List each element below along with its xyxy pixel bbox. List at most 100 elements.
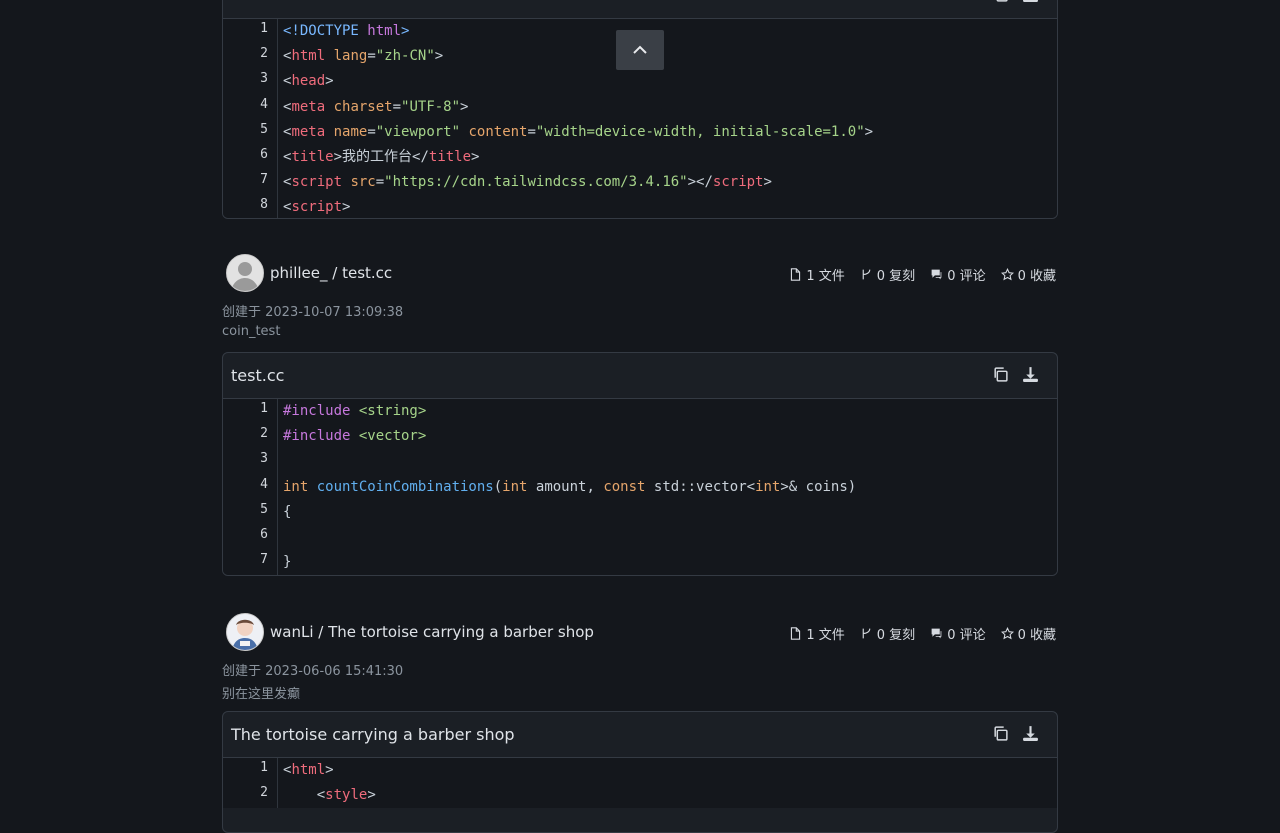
code-token: ( bbox=[494, 479, 502, 495]
gist-header: wanLi / The tortoise carrying a barber s… bbox=[226, 612, 1056, 652]
forks-stat[interactable]: 0 复刻 bbox=[860, 265, 915, 284]
code-text: <!DOCTYPE html> bbox=[278, 19, 409, 44]
code-token: script bbox=[291, 199, 342, 215]
line-number: 2 bbox=[223, 424, 268, 449]
line-number: 7 bbox=[223, 550, 268, 575]
copy-icon[interactable] bbox=[991, 724, 1009, 742]
stars-stat[interactable]: 0 收藏 bbox=[1001, 265, 1056, 284]
comments-count: 0 评论 bbox=[947, 624, 985, 643]
line-number: 4 bbox=[223, 95, 268, 120]
comments-count: 0 评论 bbox=[947, 265, 985, 284]
code-token: > bbox=[325, 73, 333, 89]
created-timestamp: 创建于 2023-06-06 15:41:30 bbox=[222, 660, 403, 679]
code-token: const bbox=[603, 479, 645, 495]
line-number: 8 bbox=[223, 195, 268, 219]
code-token: html bbox=[291, 48, 325, 64]
comments-stat[interactable]: 0 评论 bbox=[930, 624, 985, 643]
code-token: > bbox=[471, 149, 479, 165]
code-line: 7} bbox=[223, 550, 1057, 575]
code-token: title bbox=[291, 149, 333, 165]
code-token: int bbox=[283, 479, 317, 495]
code-token: countCoinCombinations bbox=[317, 479, 494, 495]
code-token: meta bbox=[291, 124, 325, 140]
fork-icon bbox=[860, 627, 873, 640]
line-number: 7 bbox=[223, 170, 268, 195]
avatar[interactable] bbox=[226, 613, 264, 651]
code-token: > bbox=[763, 174, 771, 190]
code-token: html bbox=[367, 23, 401, 39]
code-line: 4<meta charset="UTF-8"> bbox=[223, 95, 1057, 120]
avatar[interactable] bbox=[226, 254, 264, 292]
copy-icon[interactable] bbox=[991, 0, 1009, 3]
gist-description: coin_test bbox=[222, 324, 280, 339]
code-token: >& coins) bbox=[780, 479, 856, 495]
file-header: The tortoise carrying a barber shop bbox=[223, 712, 1057, 758]
forks-stat[interactable]: 0 复刻 bbox=[860, 624, 915, 643]
files-stat[interactable]: 1 文件 bbox=[789, 624, 844, 643]
code-token: name bbox=[325, 124, 367, 140]
code-text: <head> bbox=[278, 69, 334, 94]
stars-stat[interactable]: 0 收藏 bbox=[1001, 624, 1056, 643]
forks-count: 0 复刻 bbox=[877, 265, 915, 284]
code-text: <title>我的工作台</title> bbox=[278, 145, 479, 170]
code-block: 1#include <string>2#include <vector>34in… bbox=[223, 399, 1057, 575]
comment-icon bbox=[930, 627, 943, 640]
copy-icon[interactable] bbox=[991, 365, 1009, 383]
scroll-to-top-button[interactable] bbox=[616, 30, 664, 70]
code-text: { bbox=[278, 500, 291, 525]
code-line: 4int countCoinCombinations(int amount, c… bbox=[223, 475, 1057, 500]
file-icon bbox=[789, 627, 802, 640]
line-number: 6 bbox=[223, 525, 268, 550]
code-line: 5{ bbox=[223, 500, 1057, 525]
code-token: "zh-CN" bbox=[376, 48, 435, 64]
code-token: html bbox=[291, 762, 325, 778]
code-token: lang bbox=[325, 48, 367, 64]
code-token: > bbox=[401, 23, 409, 39]
code-token: { bbox=[283, 504, 291, 520]
code-token: std::vector< bbox=[645, 479, 755, 495]
code-token: = bbox=[367, 124, 375, 140]
star-icon bbox=[1001, 268, 1014, 281]
code-token: > bbox=[460, 99, 468, 115]
comments-stat[interactable]: 0 评论 bbox=[930, 265, 985, 284]
code-text: <html lang="zh-CN"> bbox=[278, 44, 443, 69]
code-token: < bbox=[283, 787, 325, 803]
code-line: 2#include <vector> bbox=[223, 424, 1057, 449]
code-line: 3<head> bbox=[223, 69, 1057, 94]
code-text: <script src="https://cdn.tailwindcss.com… bbox=[278, 170, 772, 195]
files-count: 1 文件 bbox=[806, 624, 844, 643]
files-stat[interactable]: 1 文件 bbox=[789, 265, 844, 284]
code-text: } bbox=[278, 550, 291, 575]
code-token: amount, bbox=[527, 479, 603, 495]
gist-title-link[interactable]: phillee_ / test.cc bbox=[270, 264, 392, 282]
code-token: > bbox=[367, 787, 375, 803]
code-token: script bbox=[291, 174, 342, 190]
code-token: <string> bbox=[359, 403, 426, 419]
star-icon bbox=[1001, 627, 1014, 640]
code-line: 1#include <string> bbox=[223, 399, 1057, 424]
download-icon[interactable] bbox=[1021, 724, 1039, 742]
gist-title-link[interactable]: wanLi / The tortoise carrying a barber s… bbox=[270, 623, 594, 641]
code-token: <vector> bbox=[359, 428, 426, 444]
code-text: <style> bbox=[278, 783, 376, 808]
line-number: 2 bbox=[223, 783, 268, 808]
download-icon[interactable] bbox=[1021, 0, 1039, 3]
code-token: "https://cdn.tailwindcss.com/3.4.16" bbox=[384, 174, 687, 190]
line-number: 5 bbox=[223, 120, 268, 145]
file-header: test.cc bbox=[223, 353, 1057, 399]
code-text bbox=[278, 449, 283, 474]
code-token: style bbox=[325, 787, 367, 803]
line-number: 2 bbox=[223, 44, 268, 69]
fork-icon bbox=[860, 268, 873, 281]
code-line: 2 <style> bbox=[223, 783, 1057, 808]
code-line: 7 <script src="https://cdn.tailwindcss.co… bbox=[223, 170, 1057, 195]
download-icon[interactable] bbox=[1021, 365, 1039, 383]
line-number: 4 bbox=[223, 475, 268, 500]
forks-count: 0 复刻 bbox=[877, 624, 915, 643]
code-token: <!DOCTYPE bbox=[283, 23, 367, 39]
stars-count: 0 收藏 bbox=[1018, 624, 1056, 643]
code-token: > bbox=[342, 199, 350, 215]
gist-file-card: test.cc 1#include <string>2#include <vec… bbox=[222, 352, 1058, 576]
code-line: 6<title>我的工作台</title> bbox=[223, 145, 1057, 170]
code-token: = bbox=[376, 174, 384, 190]
